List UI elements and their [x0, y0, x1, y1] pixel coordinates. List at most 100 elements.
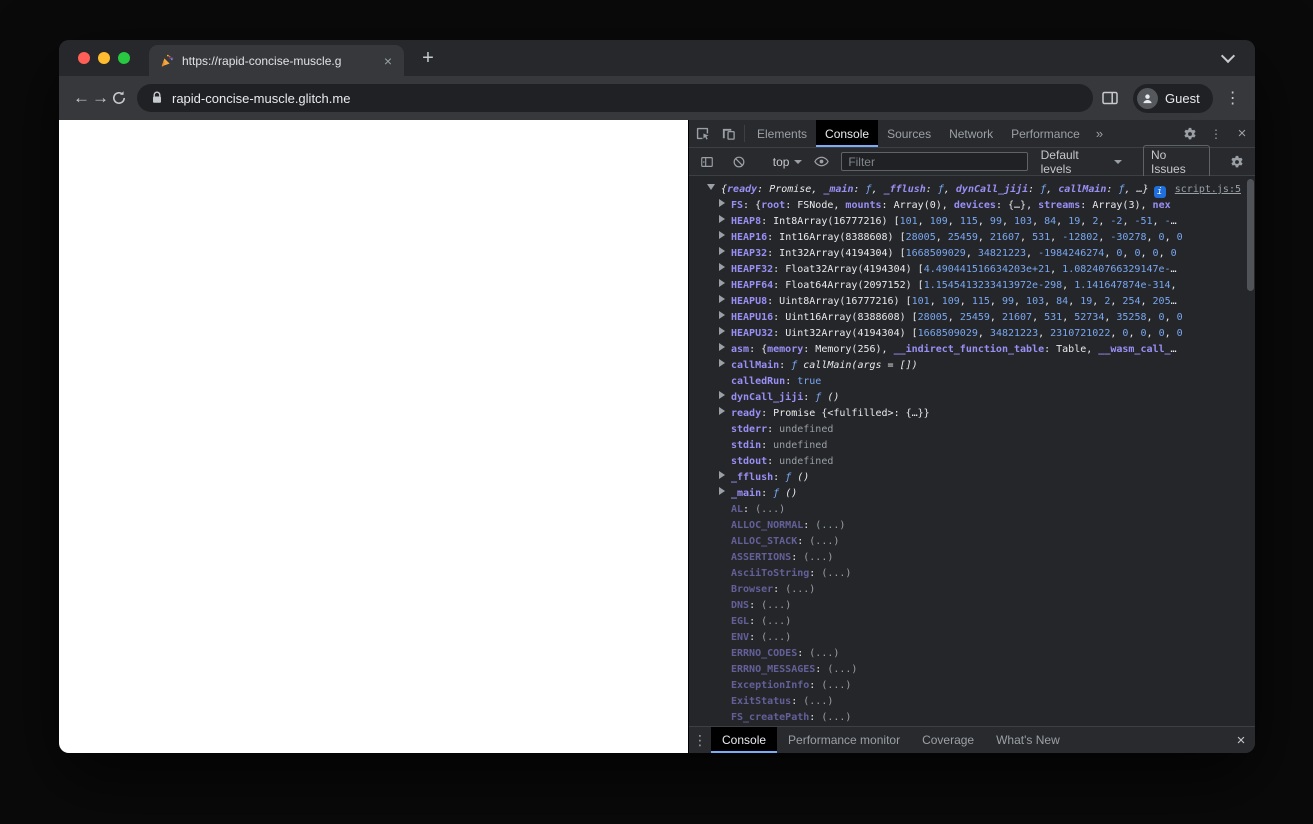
console-line[interactable]: HEAPU16: Uint16Array(8388608) [28005, 25…	[689, 310, 1255, 326]
filter-input[interactable]	[841, 152, 1028, 171]
getter-invoke[interactable]: (...)	[821, 712, 851, 723]
expand-triangle-icon[interactable]	[719, 199, 725, 207]
getter-invoke[interactable]: (...)	[809, 536, 839, 547]
number-value: 52734	[1074, 312, 1105, 323]
expand-triangle-icon[interactable]	[719, 231, 725, 239]
devtools-settings-gear-icon[interactable]	[1177, 120, 1203, 147]
expand-triangle-icon[interactable]	[719, 327, 725, 335]
getter-invoke[interactable]: (...)	[761, 600, 791, 611]
expand-triangle-icon[interactable]	[719, 359, 725, 367]
expand-triangle-icon[interactable]	[719, 471, 725, 479]
browser-menu-icon[interactable]: ⋮	[1221, 88, 1245, 108]
console-settings-gear-icon[interactable]	[1224, 155, 1249, 169]
console-line[interactable]: FS: {root: FSNode, mounts: Array(0), dev…	[689, 198, 1255, 214]
forward-button[interactable]: →	[92, 83, 109, 113]
console-sidebar-icon[interactable]	[695, 155, 720, 169]
live-expression-eye-icon[interactable]	[809, 154, 834, 169]
separator: ,	[1068, 296, 1081, 307]
drawer-menu-icon[interactable]: ⋮	[689, 727, 711, 753]
drawer-close-icon[interactable]: ×	[1227, 727, 1255, 753]
getter-invoke[interactable]: (...)	[815, 520, 845, 531]
clear-console-icon[interactable]	[727, 155, 752, 169]
token: :	[925, 184, 938, 195]
tab-elements[interactable]: Elements	[748, 120, 816, 147]
expand-triangle-icon[interactable]	[719, 295, 725, 303]
getter-invoke[interactable]: (...)	[785, 584, 815, 595]
console-line[interactable]: dynCall_jiji: ƒ ()	[689, 390, 1255, 406]
device-toolbar-icon[interactable]	[715, 120, 741, 147]
tab-search-chevron-icon[interactable]	[1220, 48, 1236, 64]
tab-console[interactable]: Console	[816, 120, 879, 147]
log-levels-selector[interactable]: Default levels	[1041, 148, 1123, 176]
token: …	[1170, 216, 1177, 227]
getter-invoke[interactable]: (...)	[827, 664, 857, 675]
getter-invoke[interactable]: (...)	[755, 504, 785, 515]
devtools-menu-icon[interactable]: ⋮	[1203, 120, 1229, 147]
expand-triangle-icon[interactable]	[719, 311, 725, 319]
reload-button[interactable]	[111, 83, 127, 113]
devtools-close-icon[interactable]: ×	[1229, 120, 1255, 147]
number-value: 109	[929, 216, 948, 227]
token: :	[785, 376, 798, 387]
minimize-window-button[interactable]	[98, 52, 110, 64]
more-tabs-icon[interactable]: »	[1089, 120, 1110, 147]
console-line[interactable]: HEAP16: Int16Array(8388608) [28005, 2545…	[689, 230, 1255, 246]
drawer-tab-performance-monitor[interactable]: Performance monitor	[777, 727, 911, 753]
source-location-link[interactable]: script.js:5	[1175, 182, 1241, 198]
console-line[interactable]: HEAPU32: Uint32Array(4194304) [166850902…	[689, 326, 1255, 342]
number-value: 84	[1044, 216, 1057, 227]
drawer-tab-console[interactable]: Console	[711, 727, 778, 753]
console-line[interactable]: ready: Promise {<fulfilled>: {…}}	[689, 406, 1255, 422]
console-messages[interactable]: script.js:5 {ready: Promise, _main: ƒ, _f…	[689, 176, 1255, 726]
profile-button[interactable]: Guest	[1133, 83, 1213, 113]
expand-triangle-icon[interactable]	[719, 343, 725, 351]
tab-sources[interactable]: Sources	[878, 120, 940, 147]
context-selector-label: top	[772, 154, 790, 169]
context-selector[interactable]: top	[773, 155, 803, 169]
expand-triangle-icon[interactable]	[719, 407, 725, 415]
inspect-element-icon[interactable]	[689, 120, 715, 147]
tab-network[interactable]: Network	[940, 120, 1002, 147]
console-line[interactable]: HEAPF32: Float32Array(4194304) [4.490441…	[689, 262, 1255, 278]
issues-button[interactable]: No Issues	[1143, 144, 1211, 179]
expand-triangle-icon[interactable]	[719, 487, 725, 495]
drawer-tab-whats-new[interactable]: What's New	[985, 727, 1071, 753]
token: 1.08240766329147e-	[1062, 264, 1171, 275]
console-line[interactable]: asm: {memory: Memory(256), __indirect_fu…	[689, 342, 1255, 358]
expand-triangle-icon[interactable]	[719, 391, 725, 399]
back-button[interactable]: ←	[73, 83, 90, 113]
getter-invoke[interactable]: (...)	[803, 552, 833, 563]
zoom-window-button[interactable]	[118, 52, 130, 64]
getter-invoke[interactable]: (...)	[803, 696, 833, 707]
tab-performance[interactable]: Performance	[1002, 120, 1089, 147]
tab-close-icon[interactable]: ×	[380, 53, 396, 69]
console-line[interactable]: _main: ƒ ()	[689, 486, 1255, 502]
console-line[interactable]: script.js:5 {ready: Promise, _main: ƒ, _f…	[689, 182, 1255, 198]
console-line[interactable]: callMain: ƒ callMain(args = [])	[689, 358, 1255, 374]
getter-invoke[interactable]: (...)	[821, 568, 851, 579]
scrollbar-thumb[interactable]	[1247, 179, 1254, 291]
drawer-tab-coverage[interactable]: Coverage	[911, 727, 985, 753]
getter-invoke[interactable]: (...)	[761, 632, 791, 643]
browser-tab[interactable]: https://rapid-concise-muscle.g ×	[149, 45, 404, 76]
token: :	[773, 472, 786, 483]
expand-triangle-icon[interactable]	[719, 247, 725, 255]
close-window-button[interactable]	[78, 52, 90, 64]
collapse-triangle-icon[interactable]	[707, 184, 715, 190]
expand-triangle-icon[interactable]	[719, 215, 725, 223]
side-panel-icon[interactable]	[1095, 83, 1125, 113]
console-line[interactable]: _fflush: ƒ ()	[689, 470, 1255, 486]
getter-invoke[interactable]: (...)	[821, 680, 851, 691]
new-tab-button[interactable]: +	[414, 44, 442, 72]
console-line[interactable]: HEAP32: Int32Array(4194304) [1668509029,…	[689, 246, 1255, 262]
console-line[interactable]: HEAPF64: Float64Array(2097152) [1.154541…	[689, 278, 1255, 294]
console-line[interactable]: HEAP8: Int8Array(16777216) [101, 109, 11…	[689, 214, 1255, 230]
getter-invoke[interactable]: (...)	[809, 648, 839, 659]
address-bar[interactable]: rapid-concise-muscle.glitch.me	[137, 84, 1093, 112]
expand-triangle-icon[interactable]	[719, 279, 725, 287]
console-line: AsciiToString: (...)	[689, 566, 1255, 582]
token: undefined	[779, 456, 834, 467]
expand-triangle-icon[interactable]	[719, 263, 725, 271]
console-line[interactable]: HEAPU8: Uint8Array(16777216) [101, 109, …	[689, 294, 1255, 310]
getter-invoke[interactable]: (...)	[761, 616, 791, 627]
